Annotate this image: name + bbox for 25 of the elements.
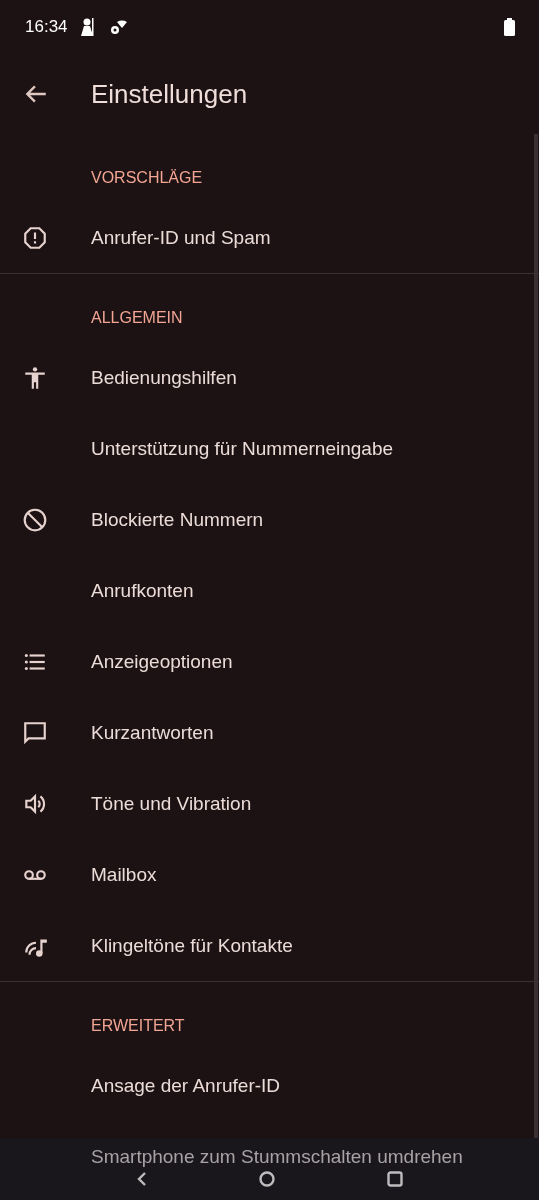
- settings-item[interactable]: Anrufer-ID und Spam: [91, 226, 271, 249]
- scrollbar[interactable]: [534, 134, 538, 1138]
- battery-icon: [504, 18, 515, 36]
- settings-item[interactable]: Kurzantworten: [91, 721, 214, 744]
- alert-icon: [22, 224, 48, 251]
- settings-item[interactable]: Smartphone zum Stummschalten umdrehen: [91, 1145, 463, 1168]
- recents-button[interactable]: [386, 1170, 405, 1188]
- block-icon: [22, 506, 48, 533]
- settings-item[interactable]: Klingeltöne für Kontakte: [91, 934, 293, 957]
- settings-item[interactable]: Töne und Vibration: [91, 792, 252, 815]
- clock: 16:34: [25, 17, 68, 37]
- settings-item[interactable]: Unterstützung für Nummerneingabe: [91, 437, 394, 460]
- settings-item[interactable]: Mailbox: [91, 863, 157, 886]
- settings-item[interactable]: Ansage der Anrufer-ID: [91, 1074, 281, 1097]
- section-header: ALLGEMEIN: [91, 309, 183, 326]
- settings-item[interactable]: Anrufkonten: [91, 579, 194, 602]
- settings-item[interactable]: Blockierte Nummern: [91, 508, 264, 531]
- accessibility-icon: [22, 364, 48, 391]
- section-header: ERWEITERT: [91, 1017, 185, 1034]
- message-icon: [22, 719, 48, 746]
- home-button[interactable]: [258, 1170, 277, 1188]
- section-header: VORSCHLÄGE: [91, 169, 203, 186]
- settings-item[interactable]: Anzeigeoptionen: [91, 650, 233, 673]
- screen-title: Einstellungen: [91, 78, 248, 110]
- settings-item[interactable]: Bedienungshilfen: [91, 366, 237, 389]
